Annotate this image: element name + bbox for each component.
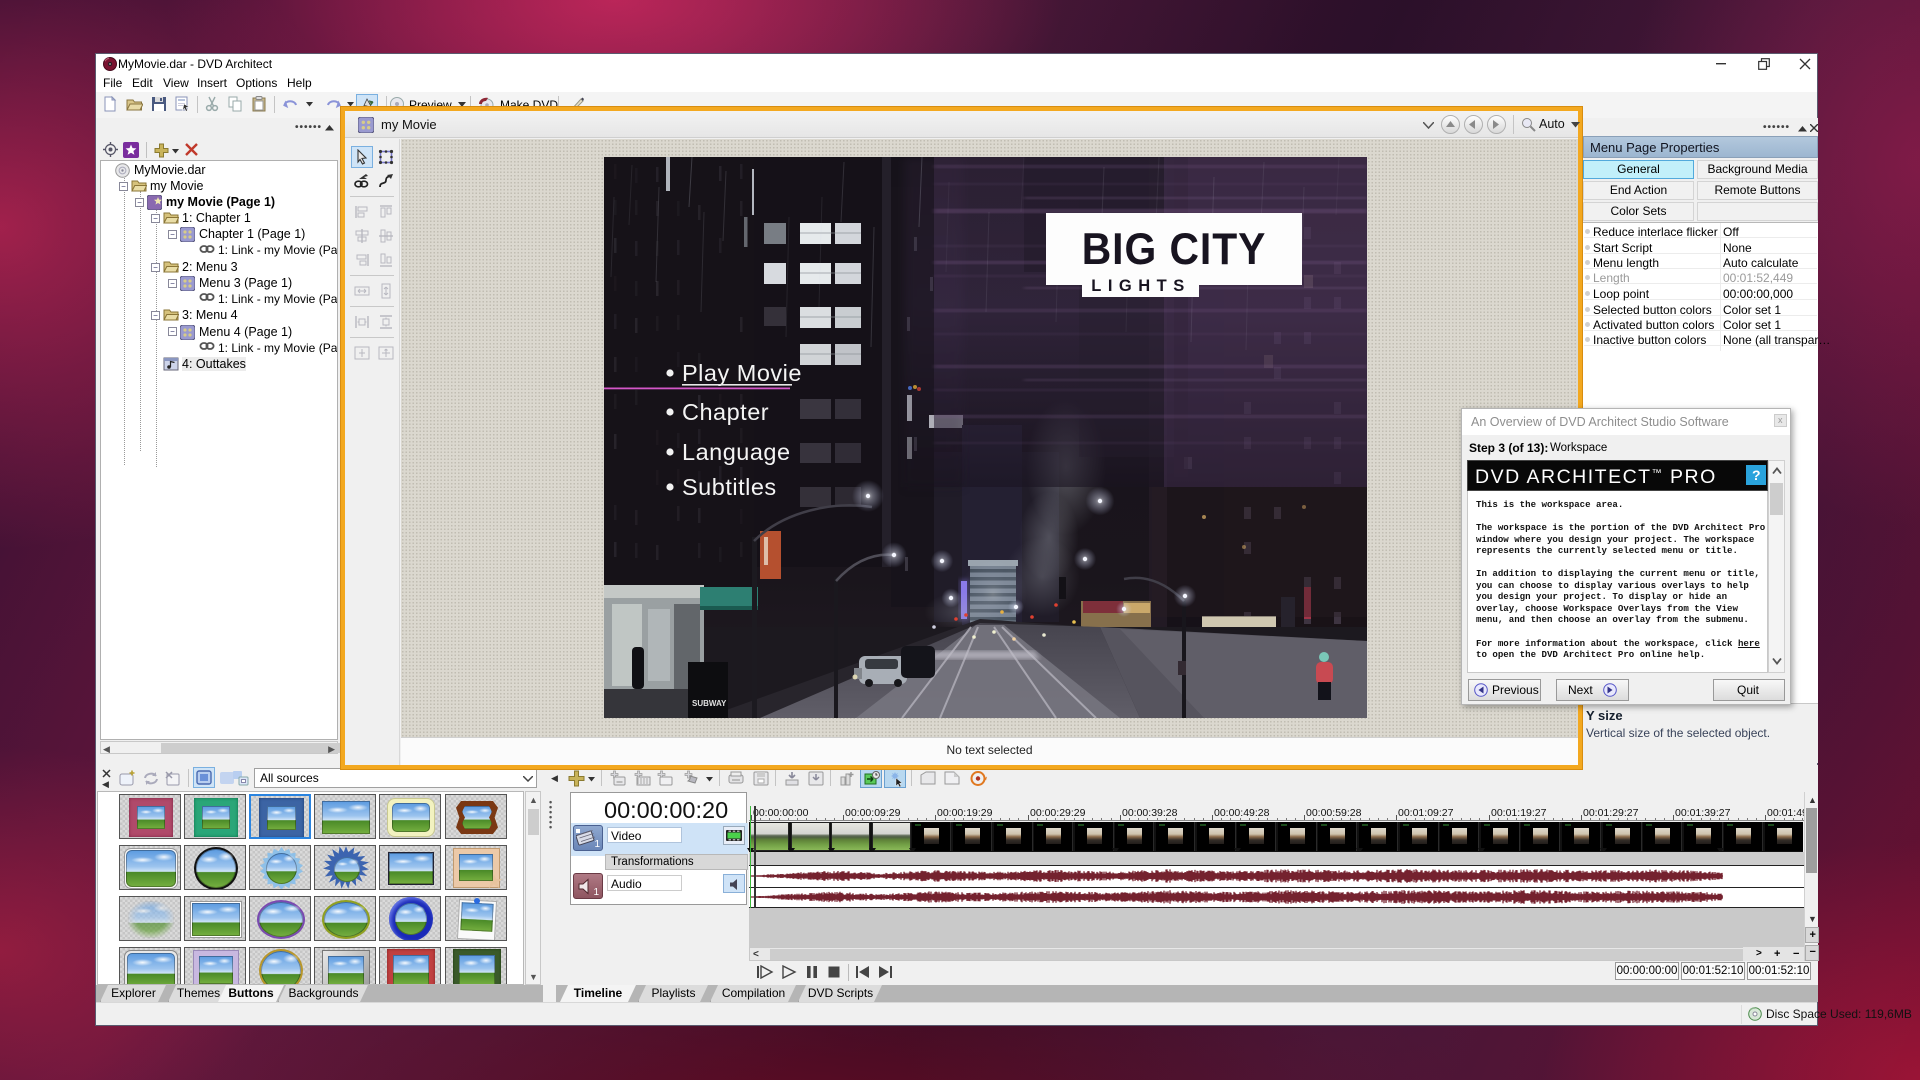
- svg-text:BIG CITY: BIG CITY: [1082, 225, 1267, 275]
- svg-text:SUBWAY: SUBWAY: [692, 699, 727, 708]
- svg-text:Chapter: Chapter: [682, 399, 769, 425]
- svg-text:Play Movie: Play Movie: [682, 360, 802, 386]
- svg-text:LIGHTS: LIGHTS: [1091, 277, 1191, 295]
- svg-text:Subtitles: Subtitles: [682, 474, 777, 500]
- svg-text:Language: Language: [682, 439, 791, 465]
